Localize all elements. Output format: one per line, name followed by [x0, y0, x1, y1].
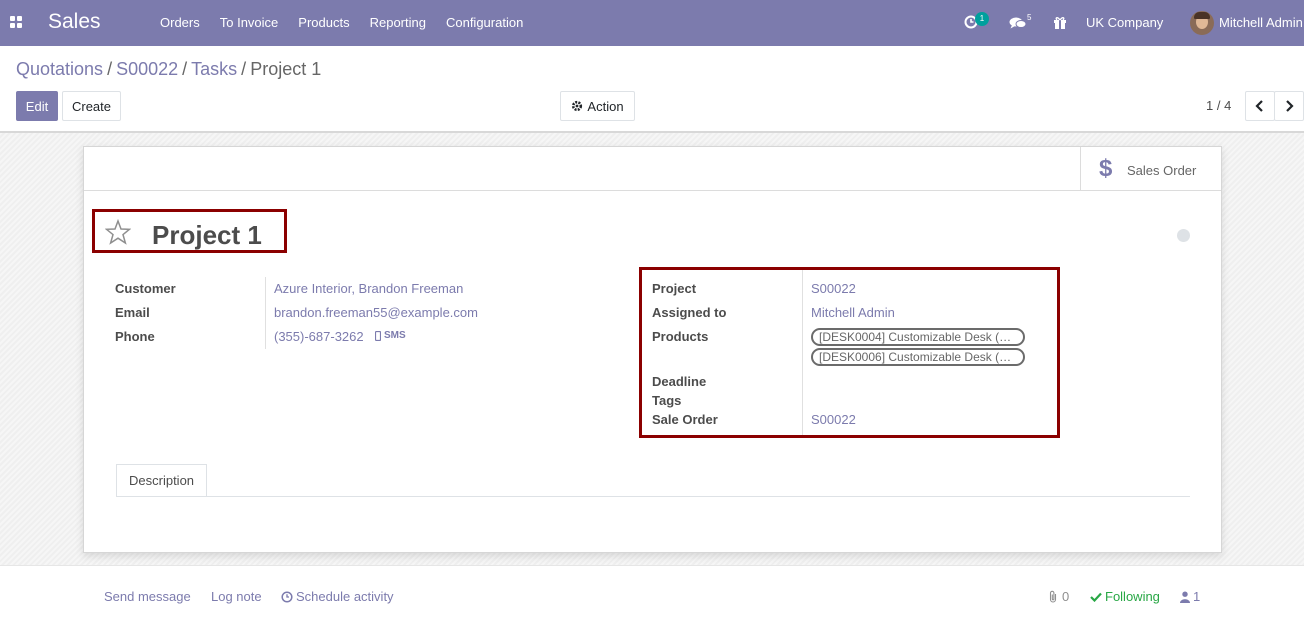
paperclip-icon — [1049, 590, 1057, 603]
menu-products[interactable]: Products — [298, 15, 349, 30]
chevron-right-icon — [1286, 100, 1294, 112]
sales-order-smart-button[interactable]: $ Sales Order — [1080, 147, 1221, 190]
chatter: Send message Log note Schedule activity … — [0, 565, 1304, 637]
tab-description[interactable]: Description — [116, 464, 208, 497]
apps-menu-icon[interactable] — [10, 16, 24, 30]
user-icon — [1180, 591, 1190, 603]
sale-order-value[interactable]: S00022 — [811, 412, 856, 427]
attachment-count: 0 — [1062, 589, 1070, 604]
smart-button-box: $ Sales Order — [84, 147, 1221, 191]
deadline-label: Deadline — [652, 374, 707, 389]
followers-count: 1 — [1193, 589, 1201, 604]
assigned-to-label: Assigned to — [652, 305, 727, 320]
product-tag[interactable]: [DESK0004] Customizable Desk (… — [811, 328, 1025, 346]
gift-icon[interactable] — [1053, 15, 1067, 29]
phone-value[interactable]: (355)-687-3262 — [274, 329, 364, 344]
customer-value[interactable]: Azure Interior, Brandon Freeman — [274, 281, 463, 296]
email-label: Email — [115, 305, 150, 320]
check-icon — [1090, 592, 1102, 602]
activity-count-badge: 1 — [975, 12, 989, 26]
user-menu[interactable]: Mitchell Admin — [1219, 15, 1303, 30]
company-switcher[interactable]: UK Company — [1086, 15, 1163, 30]
star-icon[interactable] — [105, 219, 131, 245]
sale-order-label: Sale Order — [652, 412, 718, 427]
clock-icon — [281, 591, 293, 603]
left-group-separator — [265, 277, 266, 349]
right-group-separator — [802, 270, 803, 435]
send-message-button[interactable]: Send message — [104, 589, 191, 604]
breadcrumb-current: Project 1 — [250, 59, 322, 79]
top-navbar: Sales Orders To Invoice Products Reporti… — [0, 0, 1304, 46]
phone-label: Phone — [115, 329, 155, 344]
record-title[interactable]: Project 1 — [152, 220, 262, 251]
menu-to-invoice[interactable]: To Invoice — [220, 15, 279, 30]
sms-label: SMS — [384, 330, 406, 341]
pager-next-button[interactable] — [1274, 91, 1304, 121]
create-button[interactable]: Create — [62, 91, 121, 121]
tab-line — [116, 496, 1190, 497]
breadcrumb: Quotations / S00022/Tasks / Project 1 — [16, 59, 322, 79]
schedule-activity-label: Schedule activity — [296, 589, 394, 604]
products-label: Products — [652, 329, 709, 344]
customer-label: Customer — [115, 281, 176, 296]
chevron-left-icon — [1255, 100, 1263, 112]
message-count-badge: 5 — [1027, 13, 1032, 22]
action-label: Action — [587, 98, 624, 114]
form-sheet: $ Sales Order Project 1 Customer Azure I… — [83, 146, 1222, 553]
action-button[interactable]: Action — [560, 91, 635, 121]
breadcrumb-quotations[interactable]: Quotations — [16, 59, 103, 79]
email-value[interactable]: brandon.freeman55@example.com — [274, 305, 478, 320]
dollar-icon: $ — [1099, 155, 1113, 182]
chat-icon — [1009, 17, 1027, 29]
edit-button[interactable]: Edit — [16, 91, 58, 121]
log-note-button[interactable]: Log note — [211, 589, 262, 604]
gear-icon — [572, 100, 583, 112]
activity-button[interactable]: 1 — [962, 12, 990, 34]
project-value[interactable]: S00022 — [811, 281, 856, 296]
pager-previous-button[interactable] — [1245, 91, 1275, 121]
main-menu: Orders To Invoice Products Reporting Con… — [150, 15, 533, 30]
menu-configuration[interactable]: Configuration — [446, 15, 523, 30]
assigned-to-value[interactable]: Mitchell Admin — [811, 305, 895, 320]
app-name[interactable]: Sales — [48, 10, 101, 34]
title-highlight-box: Project 1 — [92, 209, 287, 253]
kanban-state-dot[interactable] — [1177, 229, 1190, 242]
user-avatar[interactable] — [1190, 11, 1214, 35]
messages-button[interactable]: 5 — [1009, 12, 1035, 34]
menu-orders[interactable]: Orders — [160, 15, 200, 30]
following-label: Following — [1105, 589, 1160, 604]
mobile-icon — [375, 331, 381, 341]
pager-value[interactable]: 1 / 4 — [1206, 98, 1231, 113]
menu-reporting[interactable]: Reporting — [370, 15, 426, 30]
breadcrumb-order[interactable]: S00022 — [116, 59, 178, 79]
product-tag[interactable]: [DESK0006] Customizable Desk (… — [811, 348, 1025, 366]
breadcrumb-tasks[interactable]: Tasks — [191, 59, 237, 79]
tags-label: Tags — [652, 393, 682, 408]
sales-order-smart-label: Sales Order — [1127, 163, 1197, 178]
project-label: Project — [652, 281, 697, 296]
